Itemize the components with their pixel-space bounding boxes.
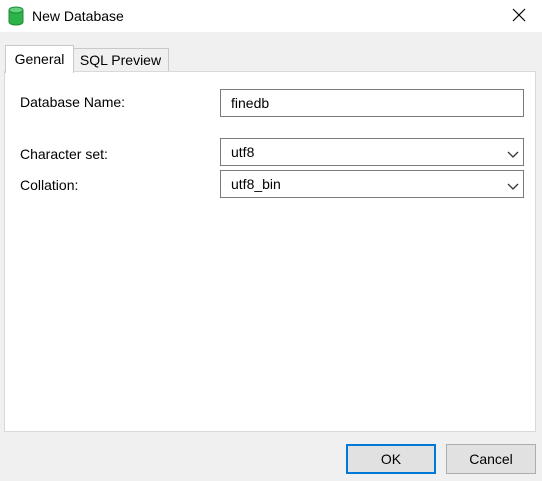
database-name-input[interactable]: finedb (220, 89, 524, 117)
collation-label: Collation: (20, 177, 79, 193)
ok-button[interactable]: OK (346, 444, 436, 474)
close-icon (512, 8, 526, 25)
close-button[interactable] (496, 0, 542, 32)
character-set-value: utf8 (231, 144, 255, 160)
database-name-label: Database Name: (20, 94, 126, 110)
character-set-label: Character set: (20, 146, 108, 162)
cancel-button[interactable]: Cancel (446, 444, 536, 474)
general-panel: Database Name: finedb Character set: utf… (4, 71, 536, 432)
character-set-dropdown[interactable]: utf8 (220, 138, 524, 166)
tab-general[interactable]: General (5, 45, 74, 73)
collation-dropdown[interactable]: utf8_bin (220, 170, 524, 198)
chevron-down-icon (507, 147, 519, 158)
title-bar: New Database (0, 0, 542, 32)
tab-sql-preview[interactable]: SQL Preview (72, 48, 169, 72)
collation-value: utf8_bin (231, 176, 281, 192)
chevron-down-icon (507, 179, 519, 190)
window-title: New Database (32, 8, 124, 24)
database-icon (8, 6, 24, 26)
